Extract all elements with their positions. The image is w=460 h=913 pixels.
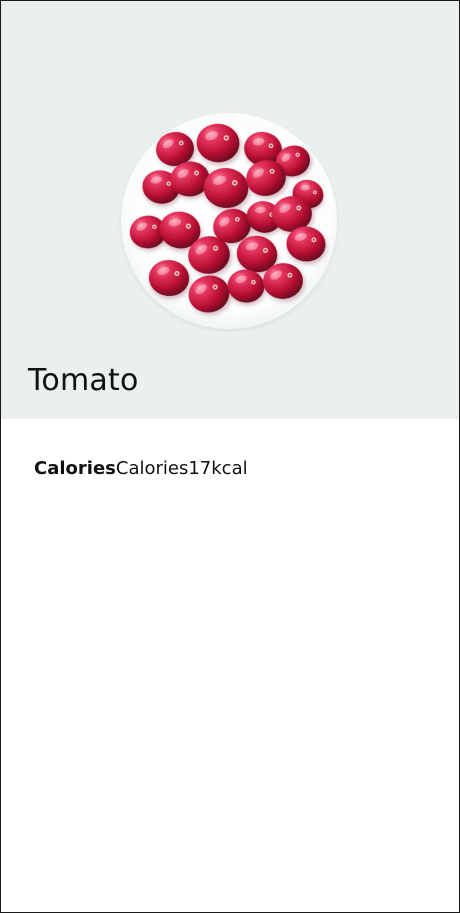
app-screen: Tomato CaloriesCalories17kcal [0,0,460,913]
food-title: Tomato [28,363,139,398]
food-header: Tomato [1,1,459,419]
calories-label: Calories [34,458,116,479]
calories-value: Calories17kcal [115,458,248,479]
calories-row: CaloriesCalories17kcal [34,457,248,481]
food-image [121,113,337,329]
